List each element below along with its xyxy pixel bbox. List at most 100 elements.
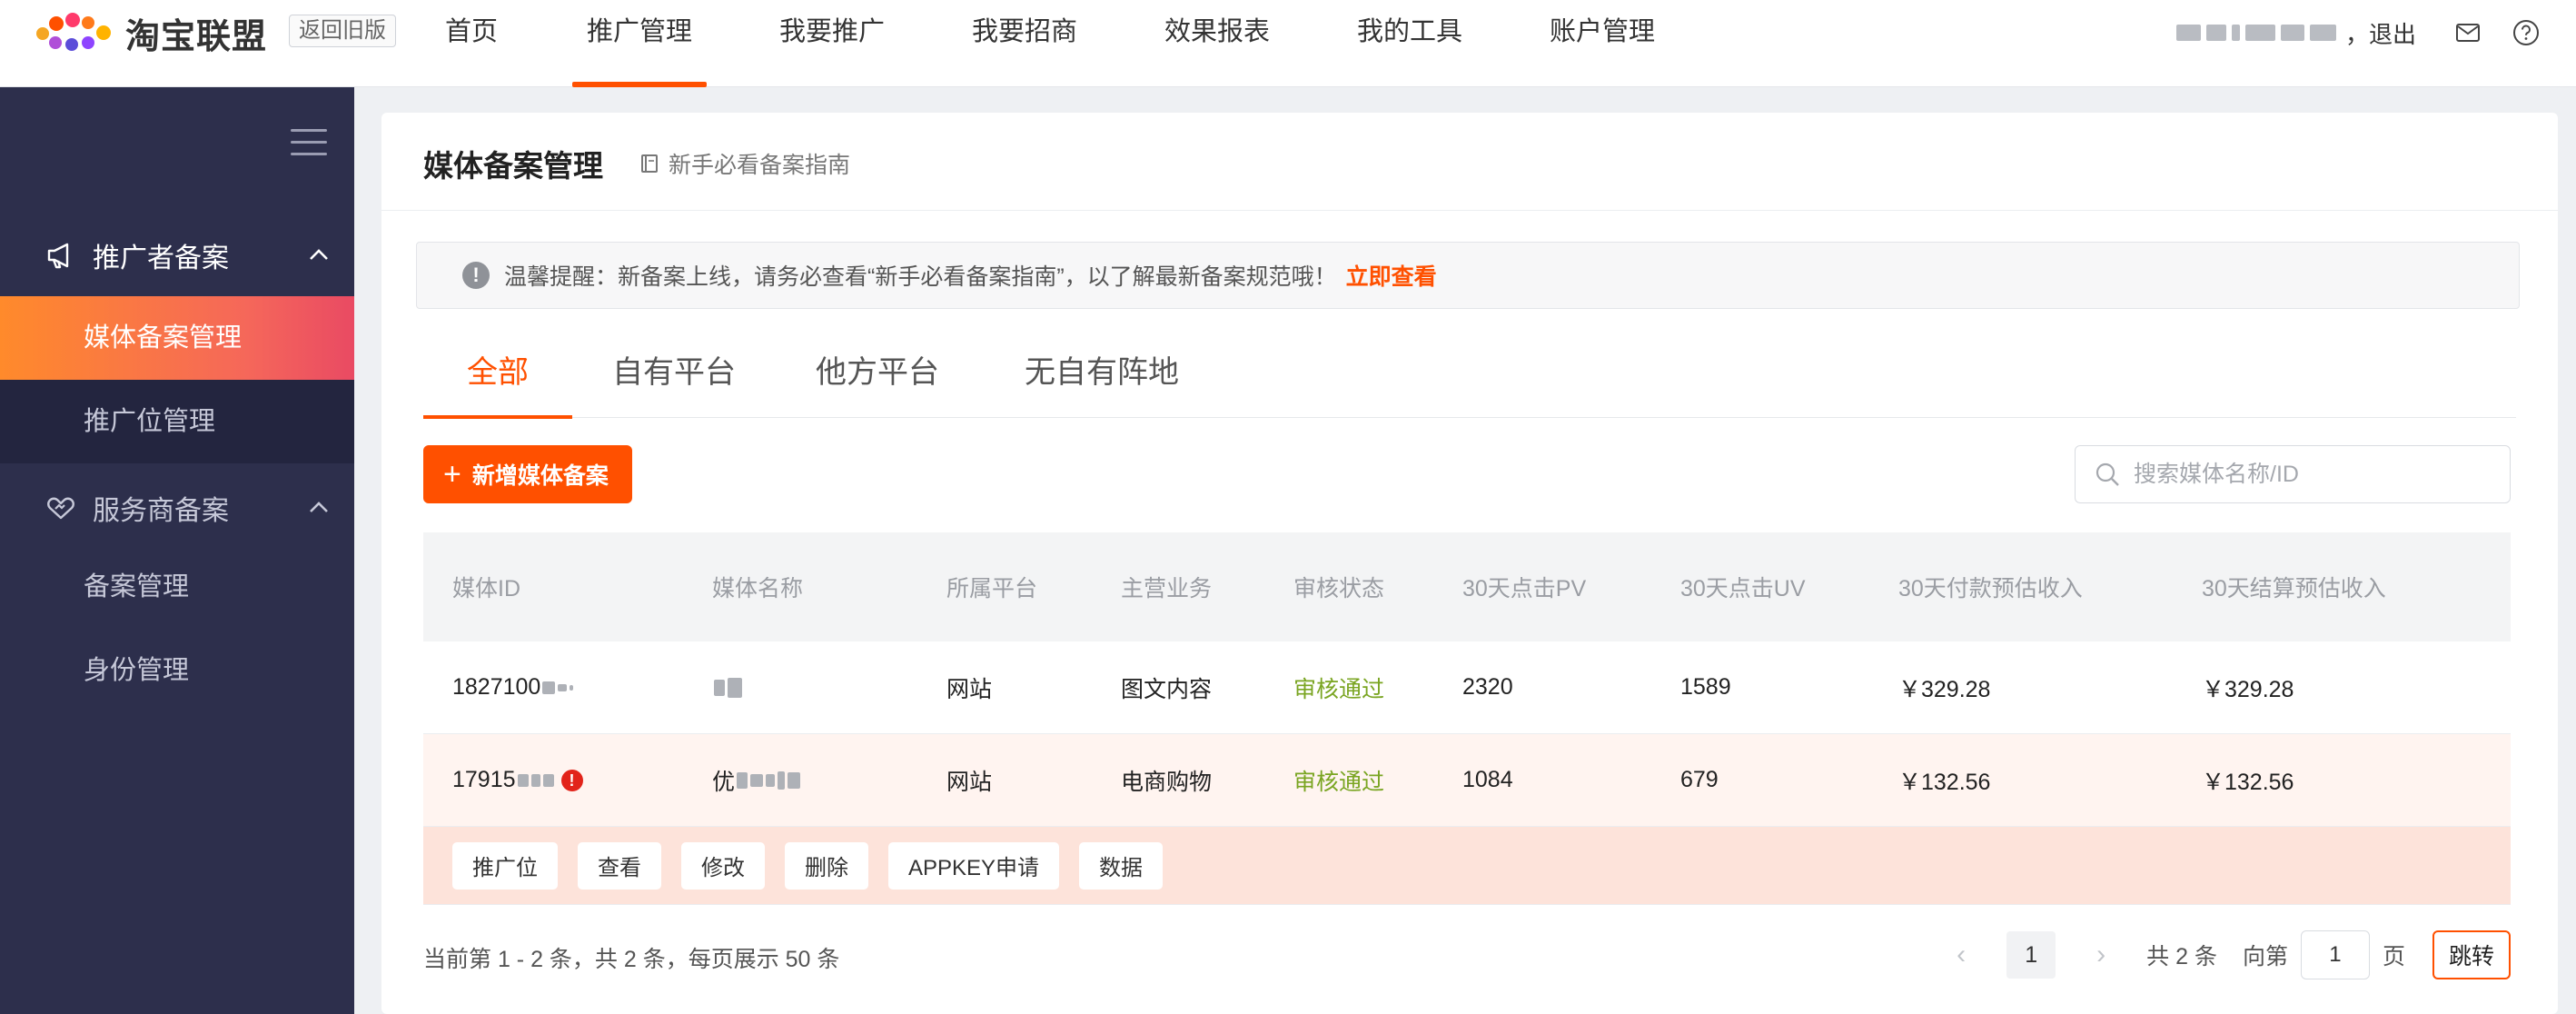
back-to-old-version-button[interactable]: 返回旧版	[289, 15, 396, 47]
nav-item-home[interactable]: 首页	[445, 0, 498, 87]
total-count: 共 2 条	[2146, 944, 2217, 969]
chevron-up-icon	[310, 249, 328, 260]
platform-cell: 网站	[946, 769, 993, 795]
goto-prefix: 向第	[2242, 944, 2288, 969]
status-badge: 审核通过	[1293, 676, 1385, 702]
pagination-info: 当前第 1 - 2 条，共 2 条，每页展示 50 条	[423, 947, 840, 972]
redacted-text	[517, 773, 554, 787]
col-header-business: 主营业务	[1121, 576, 1213, 601]
brand-name: 淘宝联盟	[125, 17, 268, 56]
guide-link[interactable]: 新手必看备案指南	[639, 147, 850, 180]
plus-icon: +	[443, 457, 461, 492]
pagination: ‹ 1 › 共 2 条 向第 页 跳转	[1943, 930, 2511, 979]
sidebar-item-identity-management[interactable]: 身份管理	[0, 629, 354, 712]
col-header-status: 审核状态	[1293, 576, 1385, 601]
tab-third-party-platform[interactable]: 他方平台	[816, 327, 939, 418]
add-media-filing-button[interactable]: + 新增媒体备案	[423, 445, 632, 503]
handshake-icon	[45, 492, 76, 523]
tab-all[interactable]: 全部	[423, 327, 572, 419]
logo-icon	[36, 13, 113, 53]
redacted-text	[737, 770, 801, 790]
media-id: 1827100	[452, 674, 541, 700]
mail-icon[interactable]	[2454, 19, 2482, 46]
business-cell: 图文内容	[1121, 676, 1213, 702]
col-header-platform: 所属平台	[946, 576, 1038, 601]
view-button[interactable]: 查看	[578, 841, 661, 890]
guide-link-label: 新手必看备案指南	[669, 153, 851, 178]
nav-item-account[interactable]: 账户管理	[1550, 0, 1655, 87]
add-button-label: 新增媒体备案	[471, 463, 609, 489]
nav-item-tools[interactable]: 我的工具	[1357, 0, 1462, 87]
search-box	[2075, 445, 2511, 503]
warning-icon[interactable]: !	[560, 769, 583, 791]
media-table: 媒体ID 媒体名称 所属平台 主营业务 审核状态 30天点击PV 30天点击UV…	[423, 532, 2511, 905]
logout-link[interactable]: ，退出	[2345, 16, 2416, 50]
brand-logo[interactable]: 淘宝联盟	[36, 13, 267, 56]
pv-cell: 1084	[1462, 767, 1513, 792]
platform-cell: 网站	[946, 676, 993, 702]
col-header-uv: 30天点击UV	[1680, 576, 1806, 601]
redacted-text	[542, 681, 574, 694]
data-button[interactable]: 数据	[1079, 841, 1164, 890]
search-input[interactable]	[2134, 461, 2497, 488]
adzone-button[interactable]: 推广位	[452, 841, 558, 890]
sidebar-group-service-provider[interactable]: 服务商备案	[0, 467, 354, 549]
prev-page-icon[interactable]: ‹	[1943, 939, 1979, 970]
user-area: ，退出	[2175, 15, 2540, 51]
nav-item-promote[interactable]: 我要推广	[779, 0, 885, 87]
pay-income-cell: ￥132.56	[1898, 769, 1991, 795]
page-number-current[interactable]: 1	[2006, 931, 2056, 979]
nav-item-recruit[interactable]: 我要招商	[972, 0, 1077, 87]
book-icon	[641, 154, 658, 173]
col-header-media-id: 媒体ID	[452, 576, 521, 601]
nav-item-promotion-management[interactable]: 推广管理	[571, 0, 708, 87]
col-header-pay-income: 30天付款预估收入	[1898, 576, 2083, 601]
media-name-cell: 优	[712, 734, 801, 826]
menu-toggle-icon[interactable]	[291, 129, 327, 156]
business-cell: 电商购物	[1121, 769, 1213, 795]
goto-page-input[interactable]	[2300, 930, 2370, 979]
tab-no-own-channel[interactable]: 无自有阵地	[1025, 327, 1179, 418]
page-header: 媒体备案管理 新手必看备案指南	[381, 113, 2558, 211]
sidebar-item-filing-management[interactable]: 备案管理	[0, 545, 354, 629]
nav-item-reports[interactable]: 效果报表	[1164, 0, 1270, 87]
col-header-pv: 30天点击PV	[1462, 576, 1587, 601]
sidebar-item-adzone[interactable]: 推广位管理	[0, 380, 354, 463]
edit-button[interactable]: 修改	[681, 841, 765, 890]
delete-button[interactable]: 删除	[785, 841, 868, 890]
uv-cell: 679	[1680, 767, 1719, 792]
help-icon[interactable]	[2512, 19, 2540, 46]
media-id-cell: 17915 !	[452, 734, 583, 826]
media-id: 17915	[452, 767, 516, 792]
table-header: 媒体ID 媒体名称 所属平台 主营业务 审核状态 30天点击PV 30天点击UV…	[423, 532, 2511, 641]
table-row[interactable]: 1827100 网站 图文内容 审核通过 2320 1589 ￥329.28 ￥…	[423, 641, 2511, 734]
top-navigation: 淘宝联盟 返回旧版 首页 推广管理 我要推广 我要招商 效果报表 我的工具 账户…	[0, 0, 2576, 87]
megaphone-icon	[45, 240, 76, 271]
notice-banner: ! 温馨提醒：新备案上线，请务必查看“新手必看备案指南”，以了解最新备案规范哦！…	[416, 242, 2520, 309]
status-badge: 审核通过	[1293, 769, 1385, 795]
appkey-apply-button[interactable]: APPKEY申请	[888, 841, 1060, 890]
page-title: 媒体备案管理	[423, 149, 603, 183]
sidebar-item-media-filing[interactable]: 媒体备案管理	[0, 296, 354, 380]
uv-cell: 1589	[1680, 674, 1731, 700]
media-name-cell	[712, 641, 742, 733]
sidebar-group-label: 推广者备案	[93, 244, 229, 273]
col-header-settle-income: 30天结算预估收入	[2202, 576, 2386, 601]
info-icon: !	[462, 262, 490, 289]
media-id-cell: 1827100	[452, 641, 574, 733]
sidebar: 推广者备案 媒体备案管理 推广位管理 服务商备案 备案管理 身份管理	[0, 87, 354, 1014]
table-row[interactable]: 17915 ! 优 网站 电商购物 审核通过 1084 679 ￥132.56 …	[423, 734, 2511, 827]
search-icon	[2095, 462, 2119, 486]
settle-income-cell: ￥329.28	[2202, 676, 2294, 702]
col-header-media-name: 媒体名称	[712, 576, 804, 601]
pay-income-cell: ￥329.28	[1898, 676, 1991, 702]
jump-button[interactable]: 跳转	[2432, 930, 2511, 979]
next-page-icon[interactable]: ›	[2083, 939, 2119, 970]
settle-income-cell: ￥132.56	[2202, 769, 2294, 795]
tab-own-platform[interactable]: 自有平台	[612, 327, 736, 418]
media-name: 优	[712, 769, 736, 795]
notice-text: 温馨提醒：新备案上线，请务必查看“新手必看备案指南”，以了解最新备案规范哦！	[504, 264, 1337, 290]
sidebar-group-promoter[interactable]: 推广者备案	[0, 214, 354, 296]
notice-view-link[interactable]: 立即查看	[1346, 259, 1437, 292]
goto-suffix: 页	[2382, 944, 2405, 969]
